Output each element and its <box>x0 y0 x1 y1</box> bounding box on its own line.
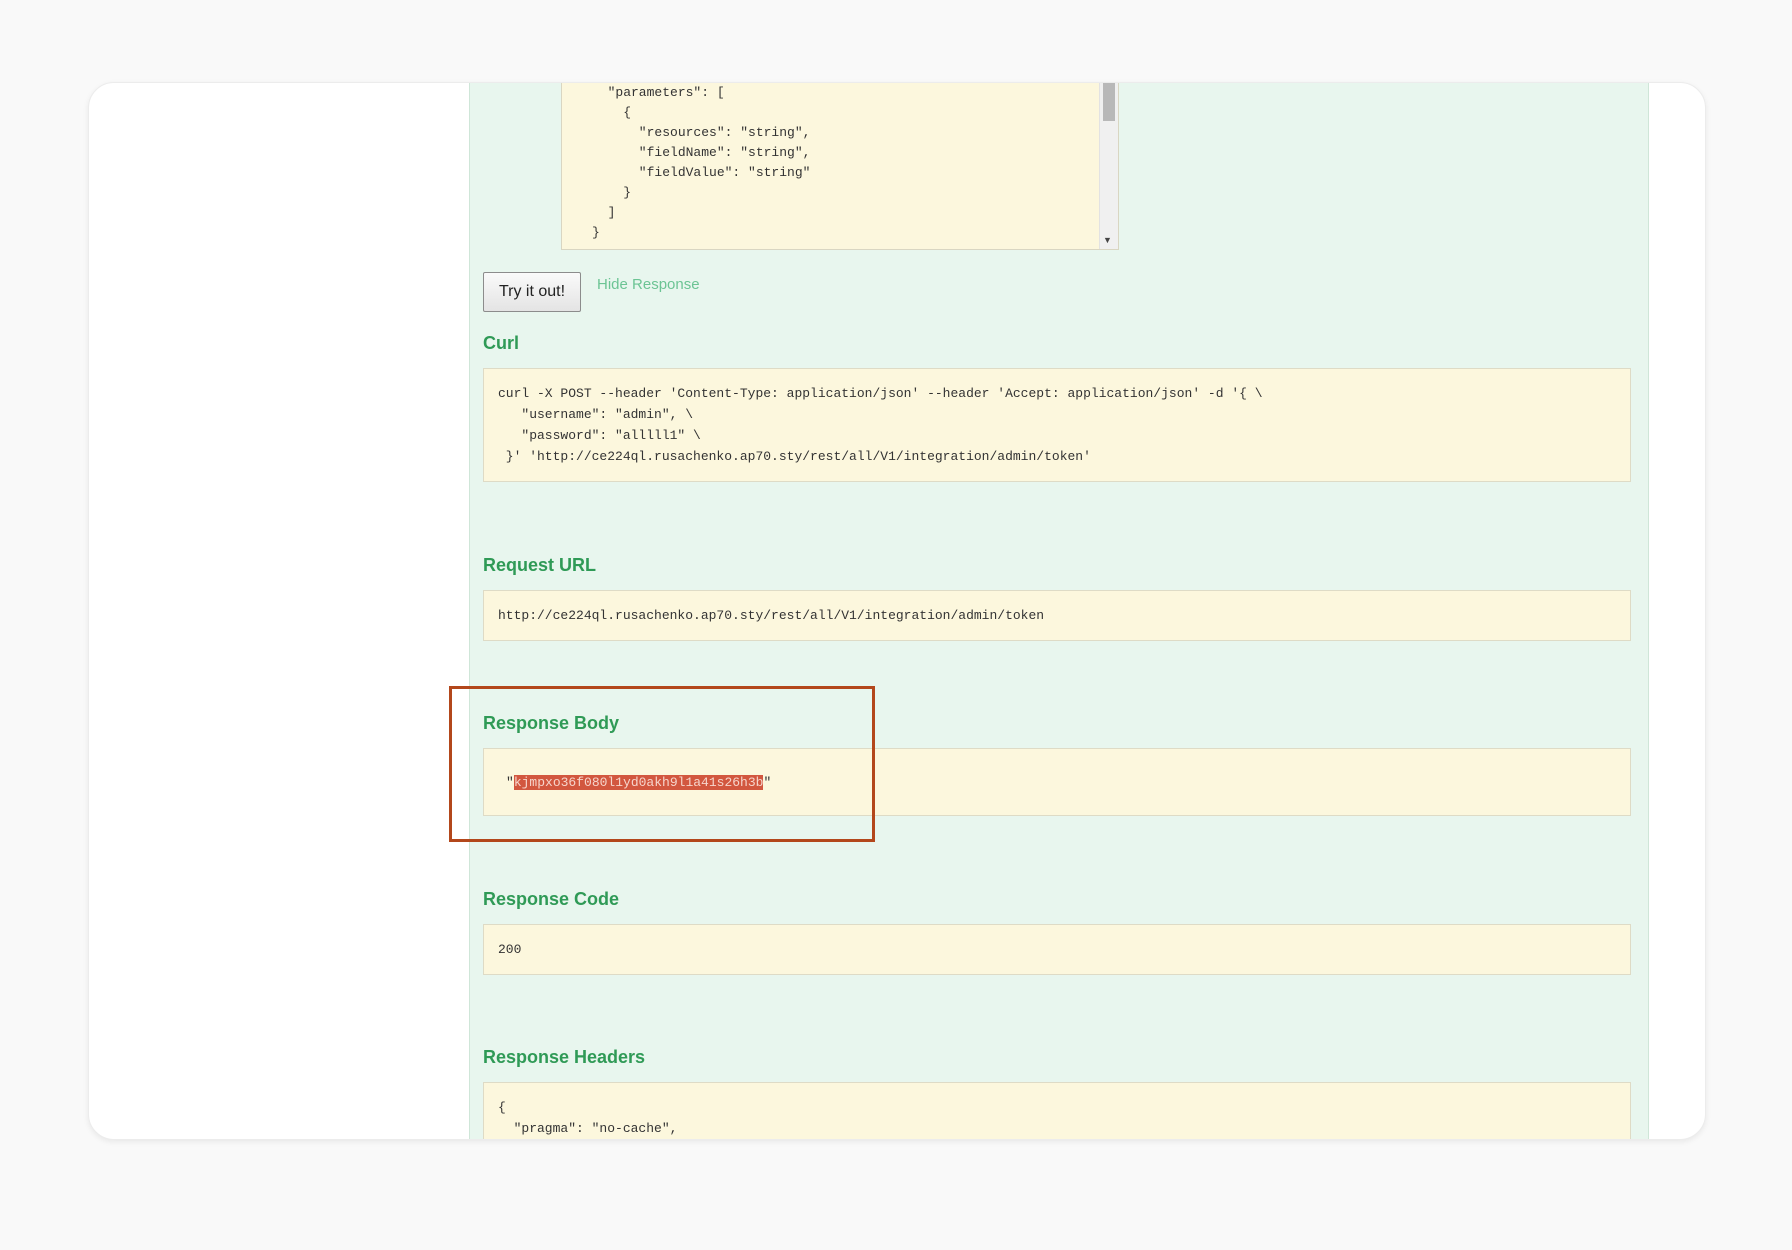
curl-code: curl -X POST --header 'Content-Type: app… <box>498 383 1630 467</box>
code-line: "username": "admin", \ <box>498 407 694 422</box>
response-code-box: 200 <box>483 924 1631 975</box>
code-line: "fieldValue": "string" <box>592 165 811 180</box>
code-line: } <box>592 225 600 240</box>
code-line: } <box>592 185 632 200</box>
code-line: "parameters": [ <box>592 85 725 100</box>
request-url-box: http://ce224ql.rusachenko.ap70.sty/rest/… <box>483 590 1631 641</box>
hide-response-link[interactable]: Hide Response <box>597 276 700 293</box>
body-parameter-editor[interactable]: "parameters": [ { "resources": "string",… <box>561 83 1119 250</box>
response-headers-code: { "pragma": "no-cache", <box>498 1097 1630 1139</box>
response-headers-title: Response Headers <box>483 1047 646 1067</box>
response-body-callout-frame <box>449 686 875 842</box>
body-parameter-code: "parameters": [ { "resources": "string",… <box>562 83 1118 243</box>
code-line: "pragma": "no-cache", <box>498 1121 678 1136</box>
scroll-down-arrow-icon[interactable]: ▼ <box>1103 235 1112 245</box>
request-url-title: Request URL <box>483 555 597 575</box>
code-line: ] <box>592 205 616 220</box>
code-line: "password": "alllll1" \ <box>498 428 701 443</box>
code-line: }' 'http://ce224ql.rusachenko.ap70.sty/r… <box>498 449 1091 464</box>
request-url-value: http://ce224ql.rusachenko.ap70.sty/rest/… <box>498 608 1045 623</box>
response-headers-box: { "pragma": "no-cache", <box>483 1082 1631 1139</box>
page-card: "parameters": [ { "resources": "string",… <box>88 82 1706 1140</box>
code-line: "resources": "string", <box>592 125 811 140</box>
editor-scrollbar[interactable]: ▼ <box>1099 83 1118 249</box>
curl-box: curl -X POST --header 'Content-Type: app… <box>483 368 1631 482</box>
code-line: "fieldName": "string", <box>592 145 811 160</box>
try-it-out-button[interactable]: Try it out! <box>483 272 581 312</box>
code-line: { <box>592 105 632 120</box>
code-line: { <box>498 1100 506 1115</box>
curl-title: Curl <box>483 333 519 353</box>
response-code-value: 200 <box>498 942 522 957</box>
response-code-title: Response Code <box>483 889 620 909</box>
code-line: curl -X POST --header 'Content-Type: app… <box>498 386 1263 401</box>
scrollbar-thumb[interactable] <box>1103 83 1115 121</box>
